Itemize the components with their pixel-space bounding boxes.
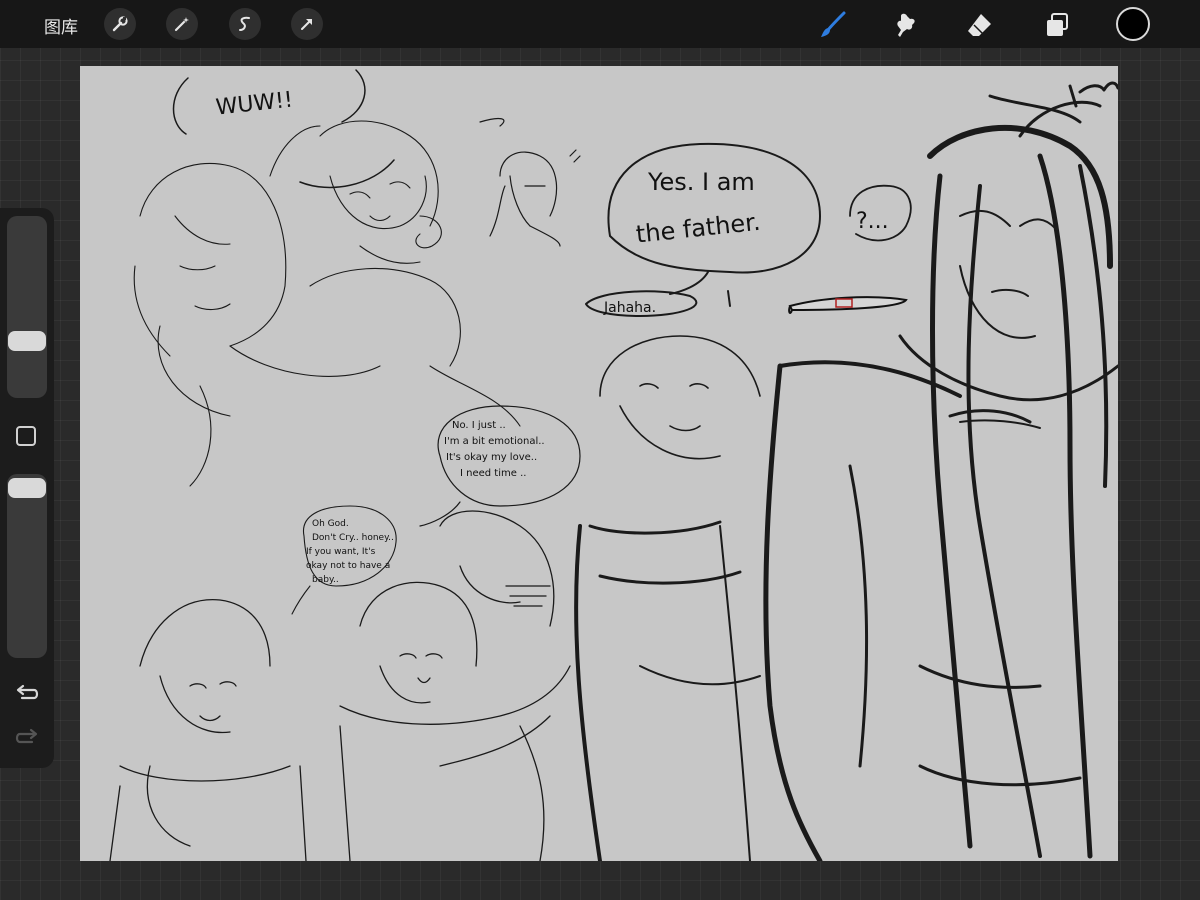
redo-icon [15, 728, 38, 744]
selection-icon [239, 16, 250, 31]
bubble-small-line5: baby.. [312, 575, 339, 585]
bubble-small-line1: Oh God. [312, 519, 349, 529]
magic-wand-icon [174, 17, 189, 32]
smudge-tool-button[interactable] [888, 8, 922, 42]
brush-tool-button[interactable] [815, 8, 849, 42]
gallery-button[interactable]: 图库 [44, 13, 78, 38]
bubble-main-line1: Yes. I am [647, 168, 755, 196]
undo-button[interactable] [14, 684, 40, 708]
layers-button[interactable] [1040, 8, 1074, 42]
top-toolbar: 图库 [0, 0, 1200, 48]
adjustments-button[interactable] [166, 8, 198, 40]
sketch-middle-man [574, 335, 761, 861]
actions-button[interactable] [104, 8, 136, 40]
smudge-icon [897, 13, 915, 37]
transform-button[interactable] [291, 8, 323, 40]
modify-button[interactable] [16, 426, 36, 446]
color-picker-button[interactable] [1116, 7, 1150, 41]
sketch-bottom-left [109, 599, 307, 861]
bubble-small-line4: okay not to have a [306, 561, 390, 571]
bubble-mid-line3: It's okay my love.. [446, 452, 537, 463]
sketch-artwork: WUW!! Yes. I am the father. Jahaha. ?...… [109, 69, 1118, 861]
jahaha-text: Jahaha. [603, 300, 656, 316]
eraser-icon [968, 14, 991, 36]
layers-icon [1047, 13, 1068, 36]
bubble-main-line2: the father. [635, 208, 762, 249]
opacity-thumb[interactable] [8, 478, 46, 498]
transform-arrow-icon [301, 19, 312, 30]
bubble-mid-line4: I need time .. [460, 468, 526, 479]
drawing-canvas[interactable]: WUW!! Yes. I am the father. Jahaha. ?...… [80, 66, 1118, 861]
opacity-slider[interactable] [7, 474, 47, 658]
undo-icon [16, 684, 39, 700]
sketch-small-head [479, 117, 581, 247]
brush-size-thumb[interactable] [8, 331, 46, 351]
bubble-small-line2: Don't Cry.. honey.. [312, 533, 394, 543]
wow-text: WUW!! [215, 88, 294, 121]
brush-size-slider[interactable] [7, 216, 47, 398]
bubble-mid-line2: I'm a bit emotional.. [444, 436, 545, 447]
left-sidebar [0, 208, 54, 768]
pregnancy-test-sketch [788, 296, 908, 314]
sketch-top-left [133, 120, 521, 487]
selection-button[interactable] [229, 8, 261, 40]
bubble-small-line3: If you want, It's [306, 547, 376, 557]
eraser-tool-button[interactable] [962, 8, 996, 42]
brush-icon [821, 11, 846, 37]
bubble-mid-line1: No. I just .. [452, 420, 506, 431]
redo-button[interactable] [14, 728, 40, 752]
question-text: ?... [856, 209, 889, 234]
wrench-icon [112, 16, 128, 32]
